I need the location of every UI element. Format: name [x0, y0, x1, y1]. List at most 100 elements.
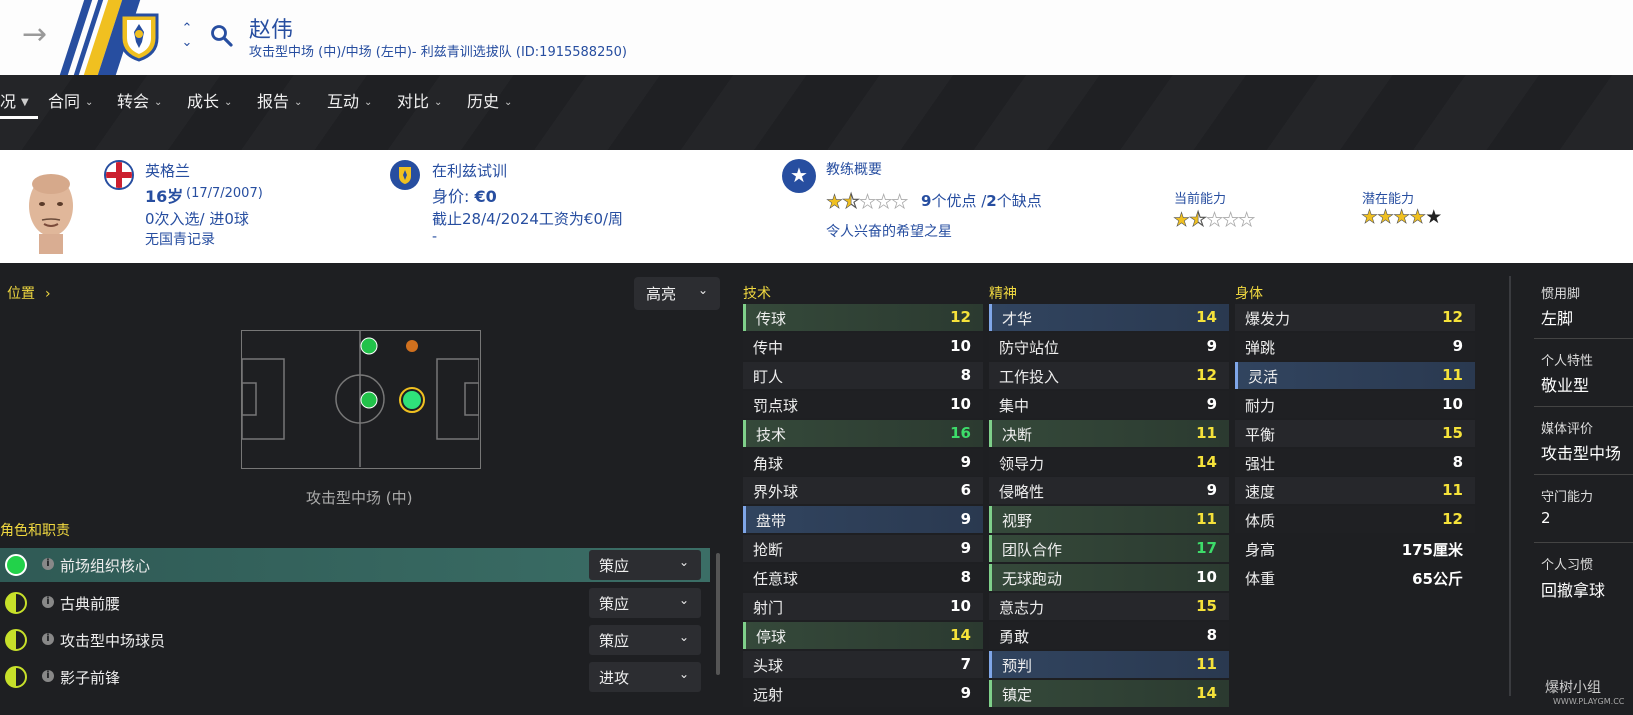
coach-comment: 令人兴奋的希望之星	[826, 224, 952, 240]
tab-compare[interactable]: 对比 ⌄	[397, 88, 442, 112]
duty-dropdown[interactable]: 进攻 ⌄	[589, 662, 701, 692]
potential-ability-label: 潜在能力	[1362, 192, 1415, 207]
info-icon[interactable]: i	[42, 633, 54, 645]
attribute-row[interactable]: 抢断 9	[743, 535, 983, 563]
chevron-down-icon: ⌄	[678, 593, 689, 607]
position-caption: 攻击型中场 (中)	[306, 489, 413, 507]
attribute-row[interactable]: 远射 9	[743, 679, 983, 707]
attribute-row[interactable]: 爆发力 12	[1235, 304, 1475, 331]
attribute-row[interactable]: 传球 12	[743, 304, 983, 331]
attribute-row[interactable]: 侵略性 9	[989, 477, 1229, 505]
attribute-name: 灵活	[1248, 367, 1279, 386]
info-icon[interactable]: i	[42, 670, 54, 682]
attribute-name: 平衡	[1245, 425, 1276, 444]
attribute-row[interactable]: 射门 10	[743, 593, 983, 620]
attribute-name: 盯人	[753, 367, 784, 386]
date-of-birth: (17/7/2007)	[186, 186, 263, 201]
attribute-name: 射门	[753, 599, 784, 617]
attribute-row[interactable]: 才华 14	[989, 304, 1229, 331]
duty-dropdown[interactable]: 策应 ⌄	[589, 550, 701, 580]
attribute-name: 耐力	[1245, 396, 1276, 415]
attribute-value: 9	[1452, 336, 1463, 355]
attribute-value: 9	[1206, 481, 1217, 500]
duty-dropdown[interactable]: 策应 ⌄	[589, 588, 701, 618]
attribute-row[interactable]: 集中 9	[989, 390, 1229, 418]
tab-overview[interactable]: 况 ▼	[0, 88, 29, 112]
side-divider	[1509, 276, 1511, 696]
attribute-row[interactable]: 停球 14	[743, 621, 983, 649]
attribute-row[interactable]: 头球 7	[743, 650, 983, 678]
info-icon[interactable]: i	[42, 558, 54, 570]
attribute-value: 14	[1196, 683, 1217, 702]
attribute-name: 勇敢	[999, 627, 1030, 646]
attribute-row[interactable]: 团队合作 17	[989, 535, 1229, 563]
position-link[interactable]: 位置 ›	[7, 283, 51, 303]
tab-reports[interactable]: 报告 ⌄	[257, 88, 302, 112]
attribute-row[interactable]: 意志力 15	[989, 593, 1229, 620]
tab-transfer[interactable]: 转会 ⌄	[117, 88, 162, 112]
attribute-row[interactable]: 技术 16	[743, 419, 983, 447]
attribute-row[interactable]: 耐力 10	[1235, 390, 1475, 418]
attribute-row[interactable]: 身高 175厘米	[1235, 535, 1475, 562]
attribute-row[interactable]: 盯人 8	[743, 361, 983, 389]
attribute-row[interactable]: 无球跑动 10	[989, 564, 1229, 592]
attribute-row[interactable]: 勇敢 8	[989, 621, 1229, 649]
nationality[interactable]: 英格兰	[145, 160, 190, 181]
club-status[interactable]: 在利兹试训	[432, 160, 507, 181]
highlight-dropdown[interactable]: 高亮 ⌄	[634, 277, 720, 310]
tab-contract[interactable]: 合同 ⌄	[48, 88, 93, 112]
tab-history[interactable]: 历史 ⌄	[467, 88, 512, 112]
attribute-value: 14	[1196, 452, 1217, 471]
attribute-row[interactable]: 灵活 11	[1235, 361, 1475, 389]
player-header: → ⌃ ⌄ 赵伟 攻击型中场 (中)/中场 (左中)- 利兹青训选拔队 (ID:1…	[0, 0, 1633, 75]
attribute-name: 技术	[756, 425, 787, 444]
role-row[interactable]: i 古典前腰 策应 ⌄	[0, 586, 710, 620]
attribute-value: 10	[950, 597, 971, 615]
coach-report-title[interactable]: 教练概要	[826, 159, 882, 179]
attribute-row[interactable]: 镇定 14	[989, 679, 1229, 707]
club-crest-icon	[119, 13, 159, 62]
role-row[interactable]: i 前场组织核心 策应 ⌄	[0, 548, 710, 582]
tab-development[interactable]: 成长 ⌄	[187, 88, 232, 112]
attribute-row[interactable]: 防守站位 9	[989, 332, 1229, 360]
attribute-row[interactable]: 盘带 9	[743, 506, 983, 534]
attribute-row[interactable]: 视野 11	[989, 506, 1229, 534]
attribute-row[interactable]: 预判 11	[989, 650, 1229, 678]
habits-label: 个人习惯	[1541, 558, 1594, 573]
chevron-down-icon: ⌄	[224, 97, 233, 108]
attribute-value: 9	[1206, 394, 1217, 413]
search-icon[interactable]	[210, 24, 234, 48]
attribute-row[interactable]: 罚点球 10	[743, 390, 983, 418]
player-switch-arrows[interactable]: ⌃ ⌄	[180, 22, 194, 56]
chevron-down-icon: ▼	[21, 97, 29, 108]
attribute-row[interactable]: 领导力 14	[989, 448, 1229, 476]
duty-dropdown[interactable]: 策应 ⌄	[589, 625, 701, 655]
attribute-row[interactable]: 任意球 8	[743, 564, 983, 592]
role-row[interactable]: i 影子前锋 进攻 ⌄	[0, 660, 710, 694]
attribute-row[interactable]: 速度 11	[1235, 477, 1475, 505]
attribute-row[interactable]: 平衡 15	[1235, 419, 1475, 447]
player-value: 身价: €0	[432, 187, 497, 206]
attribute-row[interactable]: 传中 10	[743, 332, 983, 360]
attribute-row[interactable]: 弹跳 9	[1235, 332, 1475, 360]
position-pitch	[241, 330, 481, 469]
wage-info: 截止28/4/2024工资为€0/周	[432, 210, 624, 228]
attribute-value: 8	[1206, 625, 1217, 644]
attribute-row[interactable]: 角球 9	[743, 448, 983, 476]
attribute-row[interactable]: 界外球 6	[743, 477, 983, 505]
attribute-value: 6	[960, 481, 971, 500]
attribute-name: 才华	[1002, 310, 1033, 328]
attribute-row[interactable]: 决断 11	[989, 419, 1229, 447]
back-arrow-icon[interactable]: →	[22, 20, 52, 50]
attribute-value: 12	[950, 308, 971, 326]
info-icon[interactable]: i	[42, 596, 54, 608]
role-row[interactable]: i 攻击型中场球员 策应 ⌄	[0, 623, 710, 657]
attribute-row[interactable]: 强壮 8	[1235, 448, 1475, 476]
attribute-row[interactable]: 体重 65公斤	[1235, 564, 1475, 591]
roles-scrollbar[interactable]	[716, 553, 720, 675]
chevron-down-icon: ⌄	[504, 97, 513, 108]
tab-interaction[interactable]: 互动 ⌄	[327, 88, 372, 112]
attribute-row[interactable]: 体质 12	[1235, 506, 1475, 534]
strengths-weaknesses[interactable]: 9个优点 /2个缺点	[921, 190, 1042, 211]
attribute-row[interactable]: 工作投入 12	[989, 361, 1229, 389]
